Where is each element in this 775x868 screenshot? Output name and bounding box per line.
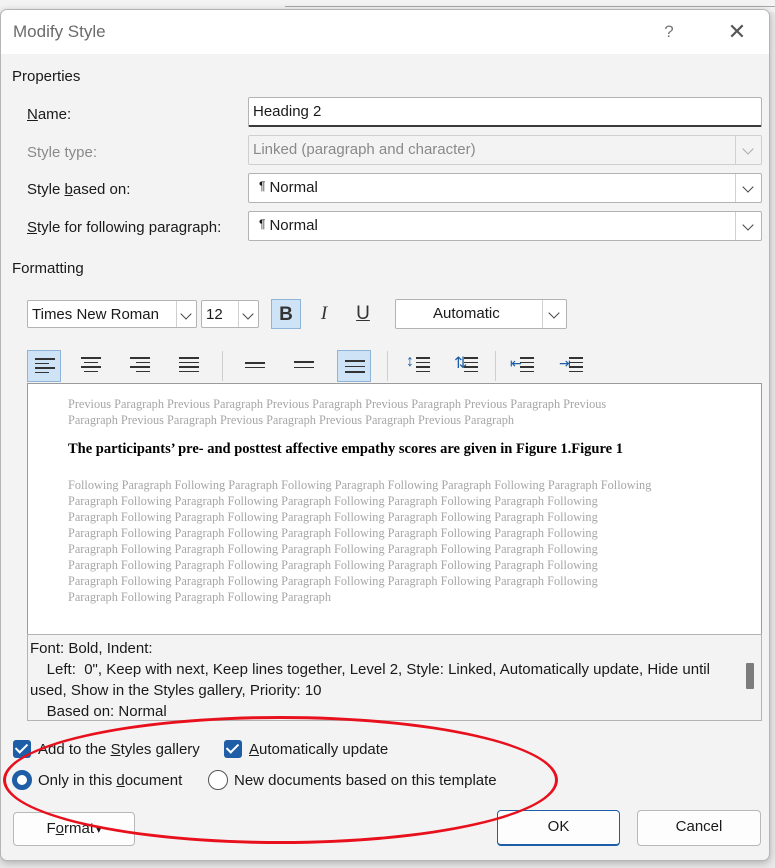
only-this-document-label[interactable]: Only in this document [38, 772, 182, 789]
format-button[interactable]: Format ▾ [13, 812, 135, 846]
align-right-button[interactable] [123, 350, 157, 382]
preview-following-1: Following Paragraph Following Paragraph … [68, 478, 652, 492]
font-size-select[interactable]: 12 [201, 300, 259, 328]
only-this-document-radio[interactable] [12, 770, 32, 790]
dialog-title: Modify Style [13, 22, 106, 41]
double-spacing-button[interactable] [337, 350, 371, 382]
cancel-button[interactable]: Cancel [637, 810, 761, 846]
italic-button[interactable]: I [309, 299, 339, 329]
preview-following-7: Paragraph Following Paragraph Following … [68, 574, 598, 588]
preview-previous-2: Paragraph Previous Paragraph Previous Pa… [68, 413, 514, 427]
toolbar-divider [495, 351, 496, 381]
name-label: Name: [27, 106, 72, 123]
scrollbar-thumb[interactable] [746, 663, 754, 689]
formatting-heading: Formatting [12, 260, 84, 277]
pilcrow-icon: ¶ [259, 217, 266, 231]
chevron-down-icon [742, 143, 754, 155]
style-type-select: Linked (paragraph and character) [248, 135, 762, 165]
align-left-button[interactable] [27, 350, 61, 382]
preview-following-5: Paragraph Following Paragraph Following … [68, 542, 598, 556]
description-scrollbar[interactable] [737, 635, 761, 720]
font-select[interactable]: Times New Roman [27, 300, 197, 328]
help-icon[interactable]: ? [655, 18, 683, 46]
decrease-indent-button[interactable]: ⇤ [506, 350, 540, 382]
chevron-down-icon [742, 181, 754, 193]
one-half-spacing-button[interactable] [287, 350, 321, 382]
pilcrow-icon: ¶ [259, 179, 266, 193]
title-bar: Modify Style ? ✕ [1, 10, 769, 54]
based-on-label: Style based on: [27, 181, 131, 198]
style-preview: Previous Paragraph Previous Paragraph Pr… [27, 383, 762, 636]
chevron-down-icon [548, 307, 560, 319]
modify-style-dialog: Modify Style ? ✕ Properties Name: Headin… [0, 9, 770, 861]
new-documents-label[interactable]: New documents based on this template [234, 772, 497, 789]
style-type-label: Style type: [27, 144, 98, 161]
following-dropdown[interactable] [735, 212, 761, 240]
following-select[interactable]: ¶ Normal [248, 211, 762, 241]
underline-button[interactable]: U [348, 299, 378, 329]
add-to-gallery-label[interactable]: Add to the Styles gallery [38, 741, 200, 758]
single-spacing-button[interactable] [238, 350, 272, 382]
space-before-button[interactable]: ↕ [401, 350, 435, 382]
preview-following-6: Paragraph Following Paragraph Following … [68, 558, 598, 572]
space-after-button[interactable]: ⇅ [449, 350, 483, 382]
auto-update-label[interactable]: Automatically update [249, 741, 388, 758]
increase-indent-button[interactable]: ⇥ [555, 350, 589, 382]
bold-button[interactable]: B [271, 299, 301, 329]
justify-button[interactable] [172, 350, 206, 382]
dropdown-arrow-icon: ▾ [95, 824, 102, 836]
preview-following-2: Paragraph Following Paragraph Following … [68, 494, 598, 508]
auto-update-checkbox[interactable] [224, 740, 242, 758]
chevron-down-icon [180, 308, 192, 320]
following-label: Style for following paragraph: [27, 219, 222, 236]
style-description: Font: Bold, Indent: Left: 0", Keep with … [27, 634, 762, 721]
align-center-button[interactable] [74, 350, 108, 382]
preview-following-3: Paragraph Following Paragraph Following … [68, 510, 598, 524]
preview-following-8: Paragraph Following Paragraph Following … [68, 590, 331, 604]
preview-following-4: Paragraph Following Paragraph Following … [68, 526, 598, 540]
add-to-gallery-checkbox[interactable] [13, 740, 31, 758]
preview-previous-1: Previous Paragraph Previous Paragraph Pr… [68, 397, 607, 411]
based-on-select[interactable]: ¶ Normal [248, 173, 762, 203]
preview-sample-text: The participants’ pre- and posttest affe… [68, 441, 623, 457]
ok-button[interactable]: OK [497, 810, 620, 846]
close-icon[interactable]: ✕ [721, 18, 753, 46]
arrows-vertical-icon: ↕ [406, 353, 414, 370]
font-color-select[interactable]: Automatic [395, 299, 567, 329]
toolbar-divider [387, 351, 388, 381]
based-on-dropdown[interactable] [735, 174, 761, 202]
name-input[interactable]: Heading 2 [248, 97, 762, 127]
properties-heading: Properties [12, 68, 81, 85]
toolbar-divider [222, 351, 223, 381]
new-documents-radio[interactable] [208, 770, 228, 790]
chevron-down-icon [242, 308, 254, 320]
chevron-down-icon [742, 219, 754, 231]
style-description-text: Font: Bold, Indent: Left: 0", Keep with … [30, 640, 710, 720]
